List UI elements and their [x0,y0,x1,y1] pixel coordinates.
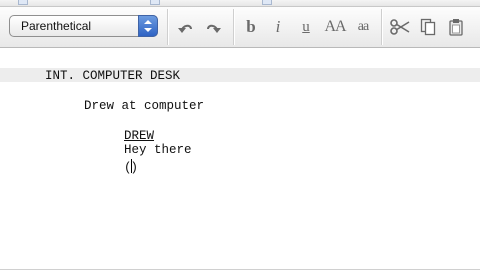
paren-close: ) [130,161,139,175]
bold-button[interactable]: b [239,15,263,39]
paste-button[interactable] [444,15,468,39]
element-type-label: Parenthetical [21,19,92,33]
underline-button[interactable]: u [294,15,318,39]
toolbar-separator [233,9,235,45]
toolbar-separator [381,9,383,45]
script-editor[interactable]: INT. COMPUTER DESK Drew at computer DREW… [0,48,480,270]
window-top-strip [0,0,480,7]
redo-icon [207,24,221,33]
italic-button[interactable]: i [266,15,290,39]
tab-fragment [150,0,160,5]
action-line: Drew at computer [84,99,205,113]
element-type-popup[interactable]: Parenthetical [9,15,158,37]
cut-button[interactable] [388,15,412,39]
scene-heading: INT. COMPUTER DESK [45,69,181,83]
undo-icon [178,24,192,33]
lowercase-button[interactable]: aa [351,15,375,39]
uppercase-button[interactable]: AA [323,15,347,39]
parenthetical-line[interactable]: () [124,159,138,175]
scissors-icon [390,19,410,35]
dialogue-line: Hey there [124,143,192,157]
character-name: DREW [124,129,155,143]
tab-fragment [18,0,28,5]
clipboard-icon [449,19,463,36]
copy-button[interactable] [416,15,440,39]
formatting-toolbar: Parenthetical b i u AA aa [0,7,480,48]
toolbar-separator [167,9,169,45]
popup-arrows-icon [138,15,158,37]
redo-button[interactable] [201,15,225,39]
copy-icon [420,18,436,36]
tab-fragment [262,0,272,5]
undo-button[interactable] [174,15,198,39]
